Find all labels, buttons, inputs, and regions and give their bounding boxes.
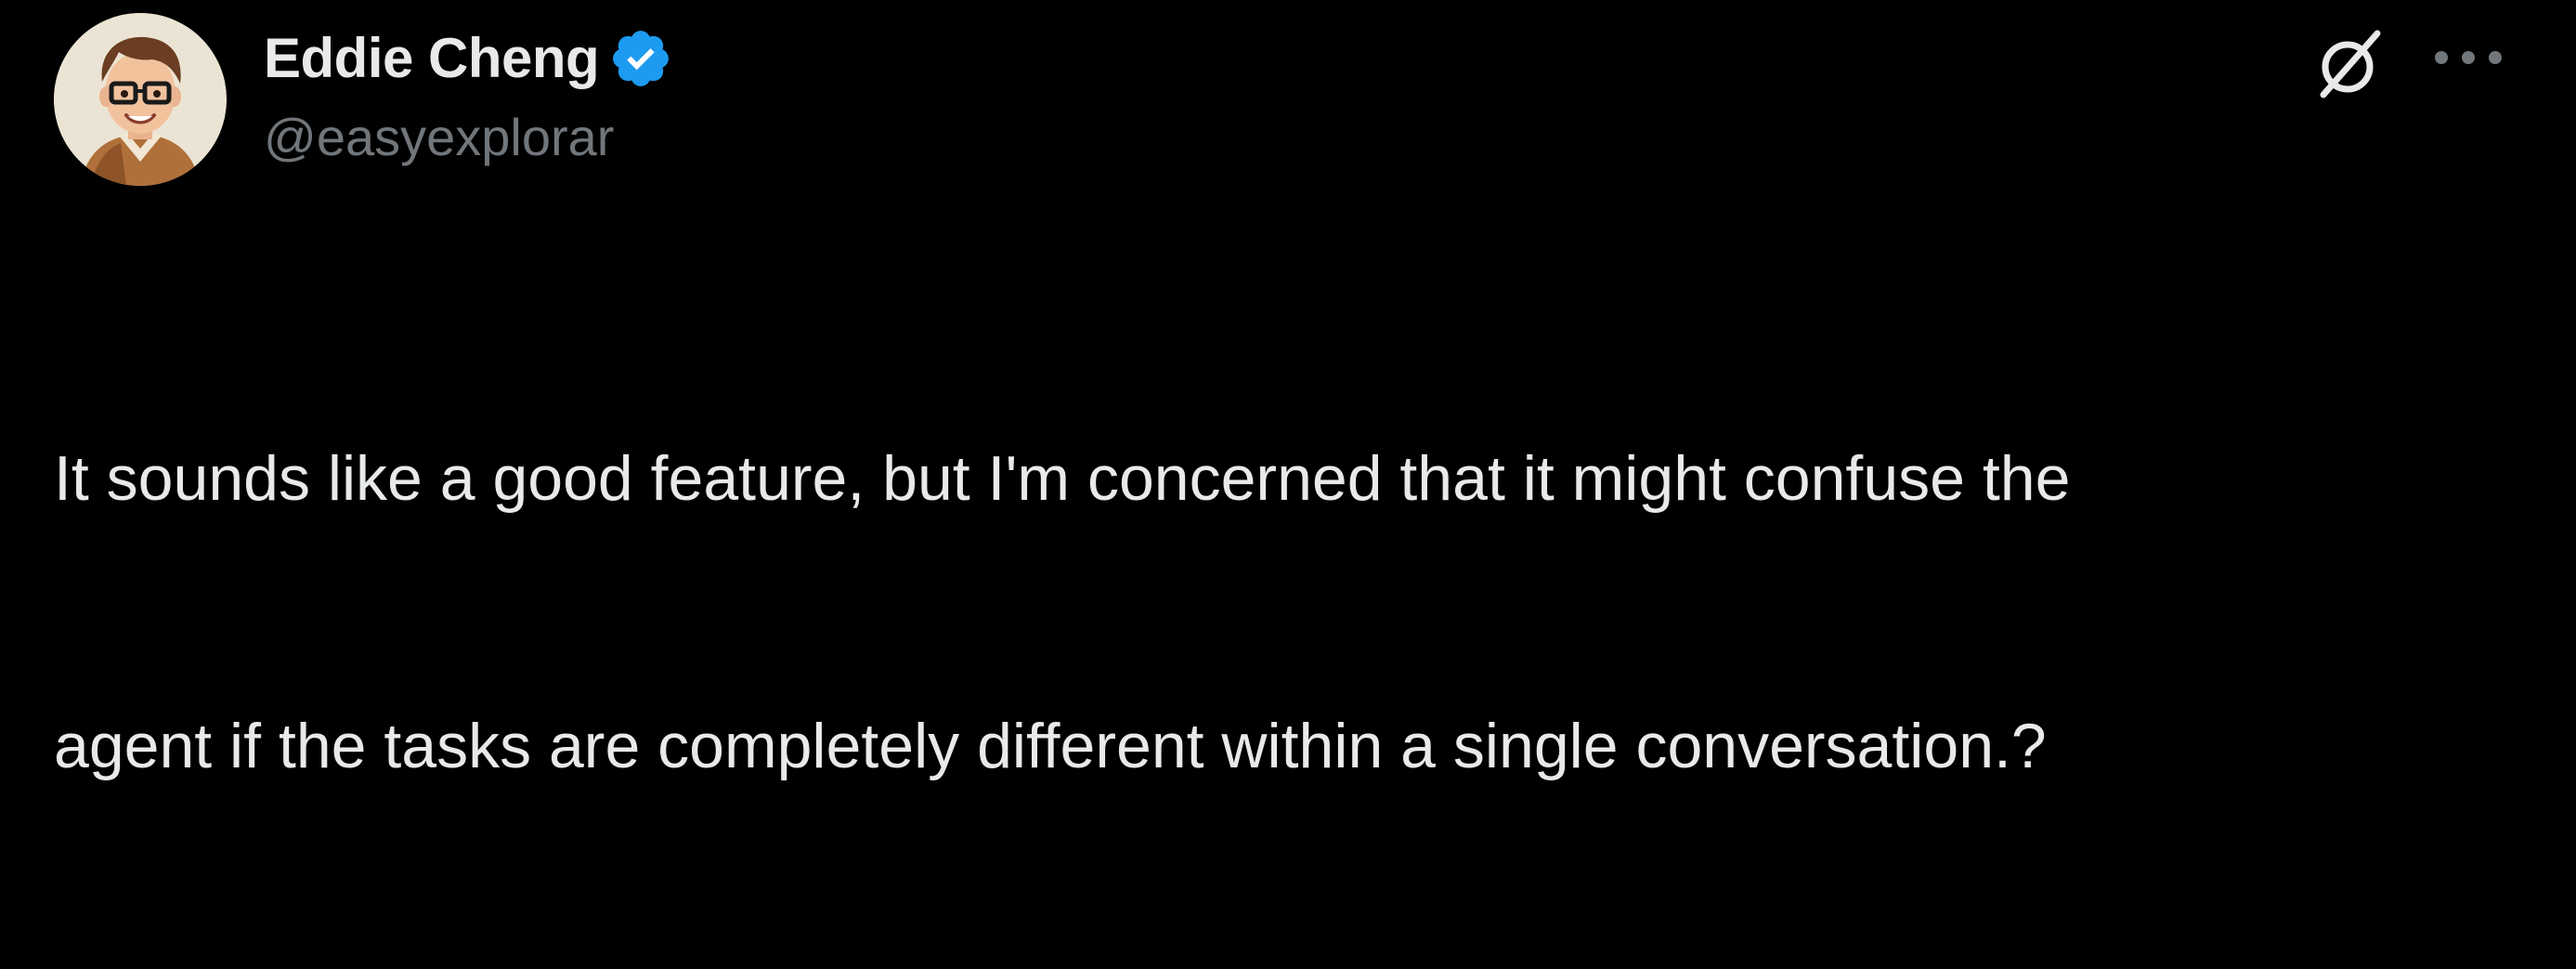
- more-horizontal-icon[interactable]: [2435, 37, 2502, 78]
- verified-badge-icon[interactable]: [608, 26, 673, 91]
- avatar[interactable]: [54, 13, 227, 186]
- more-dot: [2462, 51, 2475, 64]
- tweet-header: Eddie Cheng @easyexplorar: [264, 20, 673, 173]
- author-name-row: Eddie Cheng: [264, 20, 673, 97]
- grok-slash-icon[interactable]: [2310, 24, 2388, 102]
- author-display-name[interactable]: Eddie Cheng: [264, 20, 600, 97]
- tweet-text-line: It sounds like a good feature, but I'm c…: [54, 443, 2071, 514]
- more-dot: [2489, 51, 2502, 64]
- tweet-card: Eddie Cheng @easyexplorar It sounds like…: [0, 0, 2576, 781]
- tweet-text: It sounds like a good feature, but I'm c…: [54, 255, 2524, 969]
- avatar-illustration: [54, 13, 227, 186]
- author-handle[interactable]: @easyexplorar: [264, 102, 673, 173]
- more-dot: [2435, 51, 2448, 64]
- tweet-text-line: agent if the tasks are completely differ…: [54, 711, 2047, 781]
